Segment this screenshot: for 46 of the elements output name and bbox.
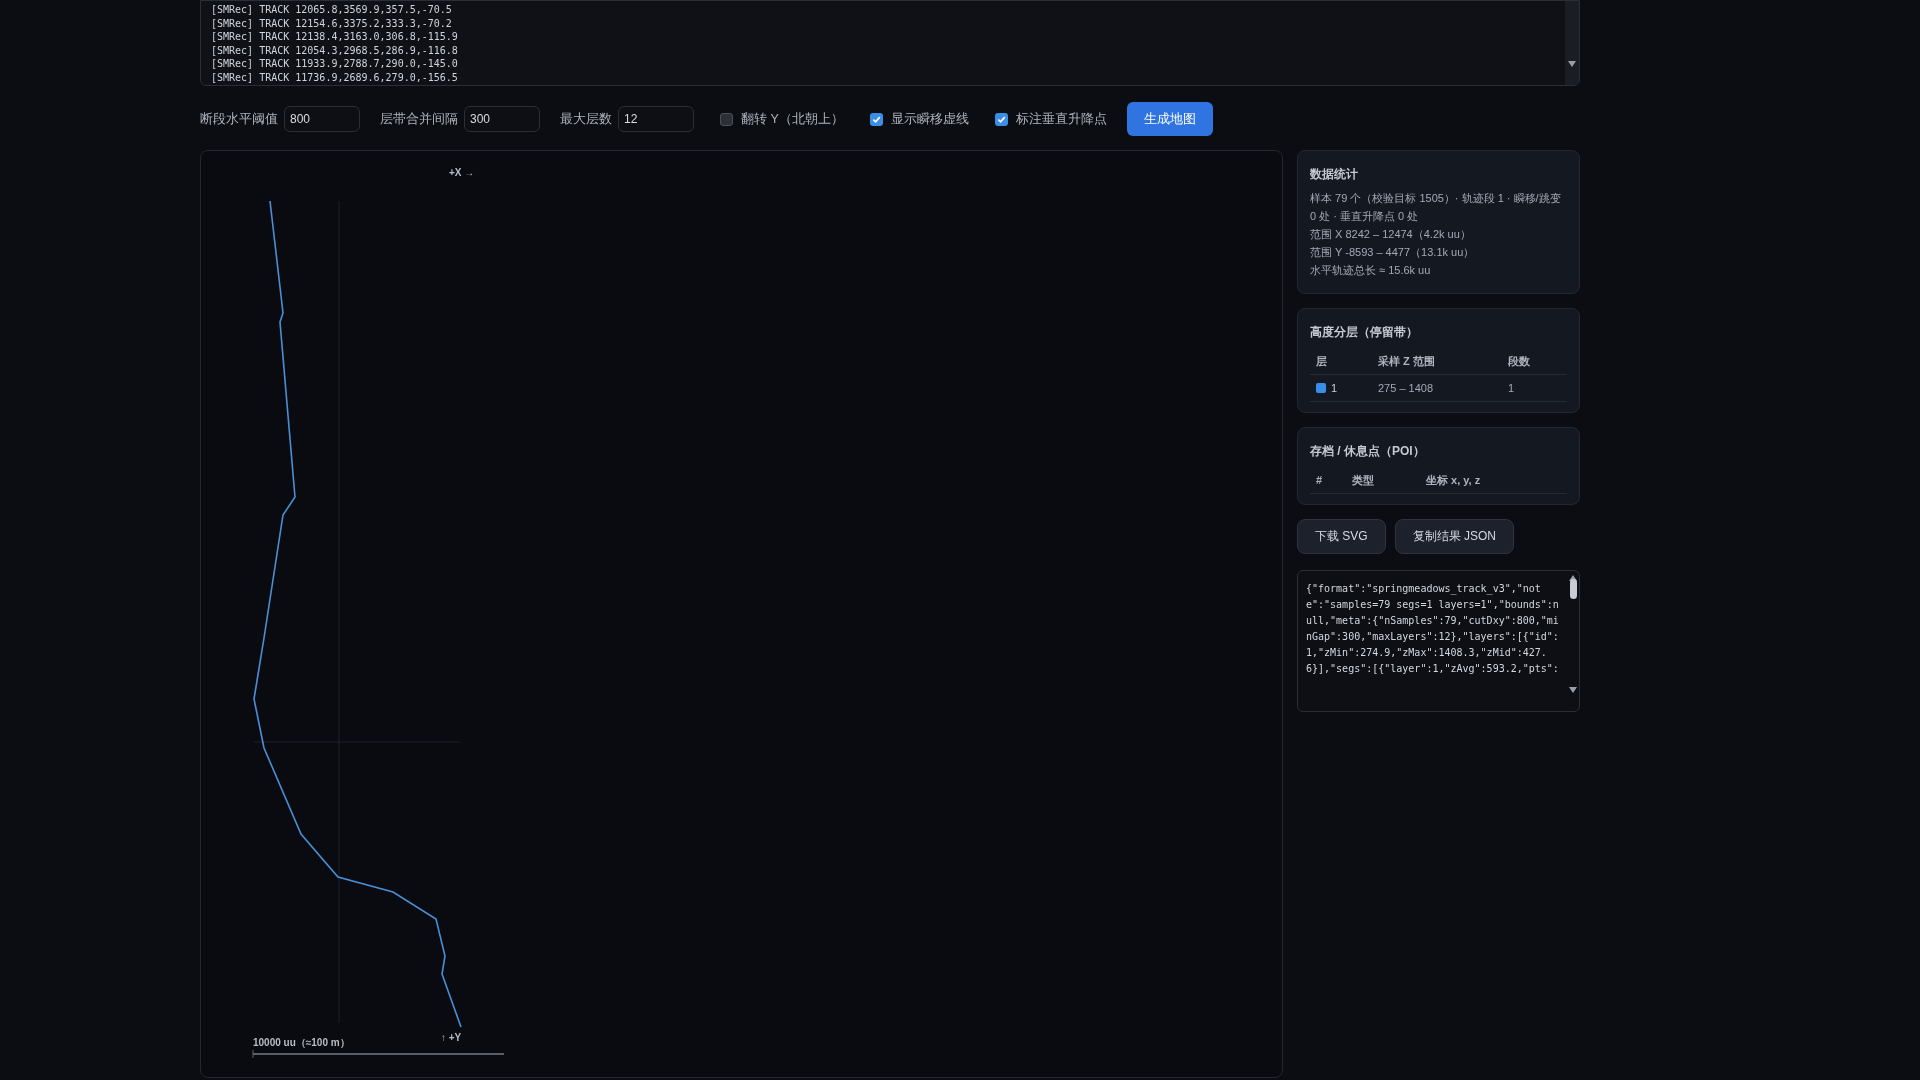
column-header: 采样 Z 范围 xyxy=(1372,349,1502,374)
card-title: 数据统计 xyxy=(1310,166,1359,183)
x-axis-label: +X → xyxy=(449,167,475,178)
column-header: # xyxy=(1310,468,1346,493)
log-line: [SMRec] TRACK 11933.9,2788.7,290.0,-145.0 xyxy=(211,57,459,71)
column-header: 类型 xyxy=(1346,468,1420,493)
stats-text: 水平轨迹总长 ≈ 15.6k uu xyxy=(1310,263,1432,278)
input-field[interactable]: 800 xyxy=(284,106,360,132)
input-field[interactable]: 300 xyxy=(464,106,540,132)
card-title: 存档 / 休息点（POI） xyxy=(1310,443,1426,460)
json-output-box[interactable]: {"format":"springmeadows_track_v3","note":"samples=79 segs=1 layers=1","bounds":null,"meta":{"nSamples":79,"cutDxy":800,"minGap":300,"maxLayers":12},"layers":[{"id":1,"zMin":274.9,"zMax":1408.3,"zMid":427.6}],"segs":[{"layer":1,"zAvg":593.2,"pts": xyxy=(1297,569,1580,712)
scroll-thumb[interactable] xyxy=(1569,578,1577,599)
stats-text: 范围 X 8242 – 12474（4.2k uu） xyxy=(1310,227,1472,242)
table-cell-text: 1 xyxy=(1331,380,1338,396)
log-line: [SMRec] TRACK 11736.9,2689.6,279.0,-156.5 xyxy=(211,70,459,84)
column-header: 层 xyxy=(1310,349,1372,374)
log-line: [SMRec] TRACK 12065.8,3569.9,357.5,-70.5 xyxy=(211,3,453,17)
checkbox[interactable] xyxy=(869,112,883,126)
log-line: [SMRec] TRACK 12054.3,2968.5,286.9,-116.8 xyxy=(211,43,459,57)
input-field[interactable]: 12 xyxy=(618,106,694,132)
field-label: 最大层数 xyxy=(560,110,612,128)
checkbox-label: 标注垂直升降点 xyxy=(1015,110,1107,128)
action-button[interactable]: 下载 SVG xyxy=(1297,518,1386,554)
field-label: 断段水平阈值 xyxy=(200,110,278,128)
scrollbar[interactable] xyxy=(1565,1,1579,85)
scroll-down-icon[interactable] xyxy=(1569,686,1577,693)
table-cell: 1 xyxy=(1502,374,1567,402)
column-header: 坐标 x, y, z xyxy=(1420,468,1567,493)
y-axis-label: ↑ +Y xyxy=(441,1032,462,1043)
scale-label: 10000 uu（≈100 m） xyxy=(253,1037,350,1048)
stats-text: 范围 Y -8593 – 4477（13.1k uu） xyxy=(1310,245,1476,260)
scroll-up-icon[interactable] xyxy=(1569,574,1577,581)
checkbox[interactable] xyxy=(720,112,733,126)
card-title: 高度分层（停留带） xyxy=(1310,324,1419,341)
log-line: [SMRec] TRACK 12154.6,3375.2,333.3,-70.2 xyxy=(211,16,453,30)
table-cell: 275 – 1408 xyxy=(1372,374,1502,402)
generate-map-button[interactable]: 生成地图 xyxy=(1126,102,1213,136)
checkbox-label: 翻转 Y（北朝上） xyxy=(741,110,844,128)
checkbox-label: 显示瞬移虚线 xyxy=(890,110,969,128)
action-button[interactable]: 复制结果 JSON xyxy=(1394,518,1515,554)
log-line: [SMRec] TRACK 12138.4,3163.0,306.8,-115.9 xyxy=(211,30,459,44)
stats-text: 样本 79 个（校验目标 1505）· 轨迹段 1 · 瞬移/跳变 0 处 · 垂直升降点 0 处 xyxy=(1310,191,1562,224)
scroll-down-icon[interactable] xyxy=(1568,61,1576,67)
field-label: 层带合并间隔 xyxy=(380,110,458,128)
column-header: 段数 xyxy=(1502,349,1567,374)
checkbox[interactable] xyxy=(994,112,1008,126)
